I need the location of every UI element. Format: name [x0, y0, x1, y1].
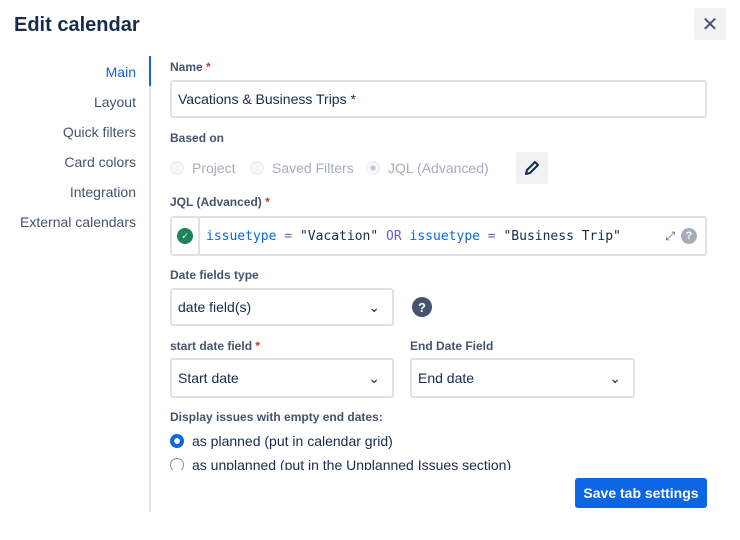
nav-item-layout[interactable]: Layout — [20, 88, 136, 118]
based-on-label: Based on — [170, 131, 225, 145]
date-type-select[interactable]: date field(s) ⌄ — [170, 288, 394, 326]
chevron-down-icon: ⌄ — [609, 369, 621, 386]
save-tab-settings-button[interactable]: Save tab settings — [575, 478, 707, 508]
radio-icon — [170, 161, 184, 175]
radio-icon — [170, 458, 184, 470]
end-date-label: End Date Field — [410, 339, 494, 353]
radio-selected-icon — [366, 161, 380, 175]
radio-as-planned[interactable]: as planned (put in calendar grid) — [170, 433, 393, 449]
radio-project[interactable]: Project — [170, 160, 236, 176]
date-type-label: Date fields type — [170, 268, 259, 282]
help-icon[interactable]: ? — [681, 228, 697, 244]
nav-item-integration[interactable]: Integration — [20, 178, 136, 208]
close-button[interactable]: ✕ — [694, 8, 726, 40]
jql-input[interactable]: ✓ issuetype = "Vacation" OR issuetype = … — [170, 216, 707, 256]
jql-label: JQL (Advanced) — [170, 195, 262, 209]
jql-text: issuetype = "Vacation" OR issuetype = "B… — [206, 228, 621, 244]
end-date-select[interactable]: End date ⌄ — [410, 358, 635, 398]
nav-item-main[interactable]: Main — [20, 58, 136, 88]
dialog-title: Edit calendar — [14, 14, 140, 36]
nav-item-card-colors[interactable]: Card colors — [20, 148, 136, 178]
name-input[interactable]: Vacations & Business Trips * — [170, 80, 707, 118]
start-date-select[interactable]: Start date ⌄ — [170, 358, 394, 398]
main-form[interactable]: Name * Vacations & Business Trips * Base… — [170, 56, 710, 470]
valid-check-icon: ✓ — [177, 228, 193, 244]
radio-icon — [250, 161, 264, 175]
radio-jql[interactable]: JQL (Advanced) — [366, 160, 489, 176]
start-date-label: start date field — [170, 339, 253, 353]
help-icon[interactable]: ? — [412, 297, 432, 317]
empty-dates-label: Display issues with empty end dates: — [170, 410, 383, 424]
radio-selected-icon — [170, 434, 184, 448]
edit-jql-button[interactable] — [516, 152, 548, 184]
pencil-icon — [525, 161, 539, 175]
name-label: Name — [170, 60, 203, 74]
nav-active-indicator — [149, 56, 151, 86]
radio-saved-filters[interactable]: Saved Filters — [250, 160, 354, 176]
required-mark: * — [206, 60, 211, 74]
nav-item-quick-filters[interactable]: Quick filters — [20, 118, 136, 148]
radio-as-unplanned[interactable]: as unplanned (put in the Unplanned Issue… — [170, 457, 511, 470]
close-icon: ✕ — [701, 13, 719, 36]
nav-divider — [149, 56, 151, 512]
nav-item-external-calendars[interactable]: External calendars — [20, 208, 136, 238]
settings-nav: Main Layout Quick filters Card colors In… — [20, 58, 136, 238]
chevron-down-icon: ⌄ — [368, 369, 380, 386]
chevron-down-icon: ⌄ — [368, 298, 380, 315]
expand-icon[interactable]: ⤢ — [665, 229, 675, 244]
